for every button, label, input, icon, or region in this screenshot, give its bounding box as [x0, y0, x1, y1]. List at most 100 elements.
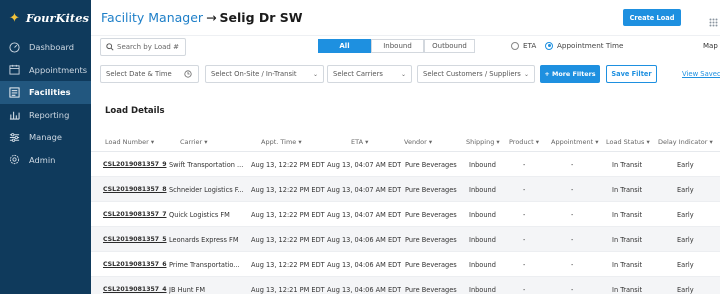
more-filters-button[interactable]: + More Filters: [540, 65, 600, 83]
appointment-cell: -: [571, 261, 574, 269]
product-cell: -: [523, 236, 526, 244]
product-cell: -: [523, 286, 526, 294]
vendor-cell: Pure Beverages: [405, 236, 457, 244]
carrier-cell: Schneider Logistics F...: [169, 186, 244, 194]
column-header-appointment[interactable]: Appointment ▾: [551, 138, 599, 146]
search-toolbar: Search by Load # All Inbound Outbound ET…: [91, 36, 720, 58]
gear-icon: [8, 154, 20, 166]
column-header-load-number[interactable]: Load Number ▾: [105, 138, 154, 146]
save-filter-button[interactable]: Save Filter: [606, 65, 657, 83]
appointment-cell: -: [571, 236, 574, 244]
delay-indicator-cell: Early: [677, 186, 694, 194]
load-status-cell: In Transit: [612, 286, 643, 294]
date-filter-label: Select Date & Time: [106, 70, 172, 78]
delay-indicator-cell: Early: [677, 261, 694, 269]
vendor-cell: Pure Beverages: [405, 211, 457, 219]
sidebar-item-label: Facilities: [29, 87, 71, 98]
table-row[interactable]: CSL2019081357_5 Leonards Express FM Aug 13…: [91, 227, 720, 252]
create-load-button[interactable]: Create Load: [623, 9, 681, 26]
appointment-cell: -: [571, 286, 574, 294]
product-cell: -: [523, 261, 526, 269]
carrier-cell: Quick Logistics FM: [169, 211, 230, 219]
carrier-cell: JB Hunt FM: [169, 286, 206, 294]
eta-cell: Aug 13, 04:07 AM EDT: [327, 186, 402, 194]
load-number-link[interactable]: CSL2019081357_8: [103, 186, 167, 193]
sidebar-item-label: Appointments: [29, 64, 88, 75]
search-input[interactable]: Search by Load #: [100, 38, 186, 56]
sidebar-item-admin[interactable]: Admin: [0, 149, 91, 172]
carrier-cell: Swift Transportation ...: [169, 161, 244, 169]
clock-icon: [184, 70, 192, 78]
sidebar: ✦ FourKites Dashboard Appointments Facil…: [0, 0, 91, 294]
column-header-shipping[interactable]: Shipping ▾: [466, 138, 500, 146]
appointment-cell: -: [571, 211, 574, 219]
eta-cell: Aug 13, 04:06 AM EDT: [327, 261, 402, 269]
sidebar-item-reporting[interactable]: Reporting: [0, 104, 91, 127]
search-placeholder: Search by Load #: [117, 43, 179, 51]
shipping-cell: Inbound: [469, 211, 496, 219]
sidebar-item-facilities[interactable]: Facilities: [0, 81, 91, 104]
load-number-link[interactable]: CSL2019081357_9: [103, 161, 167, 168]
onsite-intransit-filter[interactable]: Select On-Site / In-Transit ⌄: [205, 65, 324, 83]
eta-cell: Aug 13, 04:07 AM EDT: [327, 161, 402, 169]
column-header-delay-indicator[interactable]: Delay Indicator ▾: [658, 138, 713, 146]
radio-eta-circle: [511, 41, 519, 50]
delay-indicator-cell: Early: [677, 211, 694, 219]
customers-suppliers-filter[interactable]: Select Customers / Suppliers ⌄: [417, 65, 535, 83]
radio-appointment-time[interactable]: Appointment Time: [545, 41, 623, 50]
chevron-down-icon: ⌄: [523, 71, 529, 78]
table-row[interactable]: CSL2019081357_8 Schneider Logistics F... A…: [91, 177, 720, 202]
sidebar-item-label: Manage: [29, 132, 62, 143]
load-number-link[interactable]: CSL2019081357_5: [103, 236, 167, 243]
delay-indicator-cell: Early: [677, 236, 694, 244]
table-row[interactable]: CSL2019081357_9 Swift Transportation ... A…: [91, 152, 720, 177]
apps-grid-icon[interactable]: [709, 12, 718, 31]
segment-outbound[interactable]: Outbound: [424, 39, 475, 53]
column-header-eta[interactable]: ETA ▾: [351, 138, 368, 146]
eta-cell: Aug 13, 04:06 AM EDT: [327, 236, 402, 244]
load-number-link[interactable]: CSL2019081357_7: [103, 211, 167, 218]
main-content: Facility Manager → Selig Dr SW Create Load…: [91, 0, 720, 294]
product-cell: -: [523, 211, 526, 219]
table-row[interactable]: CSL2019081357_4 JB Hunt FM Aug 13, 12:21 P…: [91, 277, 720, 294]
eta-cell: Aug 13, 04:06 AM EDT: [327, 286, 402, 294]
page-title: Facility Manager → Selig Dr SW: [101, 10, 303, 25]
delay-indicator-cell: Early: [677, 161, 694, 169]
eta-cell: Aug 13, 04:07 AM EDT: [327, 211, 402, 219]
facility-name: Selig Dr SW: [219, 10, 303, 25]
column-header-appt-time[interactable]: Appt. Time ▾: [261, 138, 302, 146]
sliders-icon: [8, 131, 20, 143]
segment-inbound[interactable]: Inbound: [371, 39, 424, 53]
sidebar-item-dashboard[interactable]: Dashboard: [0, 36, 91, 59]
appointment-cell: -: [571, 186, 574, 194]
date-time-filter[interactable]: Select Date & Time: [100, 65, 199, 83]
section-title: Load Details: [105, 106, 165, 116]
table-row[interactable]: CSL2019081357_6 Prime Transportatio... Aug…: [91, 252, 720, 277]
map-toggle[interactable]: Map: [703, 42, 718, 50]
table-header: Load Number ▾ Carrier ▾ Appt. Time ▾ ETA…: [91, 134, 720, 152]
view-saved-link[interactable]: View Saved: [682, 70, 720, 78]
carriers-filter[interactable]: Select Carriers ⌄: [327, 65, 412, 83]
column-header-carrier[interactable]: Carrier ▾: [180, 138, 208, 146]
table-row[interactable]: CSL2019081357_7 Quick Logistics FM Aug 13,…: [91, 202, 720, 227]
appt-time-cell: Aug 13, 12:22 PM EDT: [251, 186, 325, 194]
appt-time-cell: Aug 13, 12:22 PM EDT: [251, 236, 325, 244]
carriers-filter-label: Select Carriers: [333, 70, 383, 78]
sidebar-item-label: Admin: [29, 154, 56, 165]
load-number-link[interactable]: CSL2019081357_4: [103, 286, 167, 293]
segment-all[interactable]: All: [318, 39, 371, 53]
logo[interactable]: ✦ FourKites: [0, 0, 91, 36]
shipping-cell: Inbound: [469, 236, 496, 244]
radio-eta[interactable]: ETA: [511, 41, 536, 50]
column-header-load-status[interactable]: Load Status ▾: [606, 138, 650, 146]
vendor-cell: Pure Beverages: [405, 161, 457, 169]
sidebar-item-manage[interactable]: Manage: [0, 126, 91, 149]
sidebar-item-appointments[interactable]: Appointments: [0, 59, 91, 82]
column-header-vendor[interactable]: Vendor ▾: [404, 138, 432, 146]
dashboard-icon: [8, 41, 20, 53]
column-header-product[interactable]: Product ▾: [509, 138, 539, 146]
calendar-icon: [8, 64, 20, 76]
load-number-link[interactable]: CSL2019081357_6: [103, 261, 167, 268]
facility-icon: [8, 86, 20, 98]
bar-chart-icon: [8, 109, 20, 121]
